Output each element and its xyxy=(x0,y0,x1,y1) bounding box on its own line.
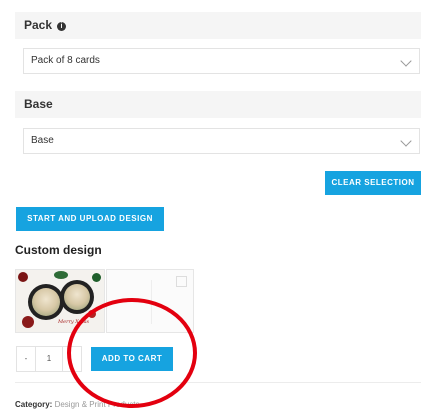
design-thumbnail-front[interactable]: Merry Xmas xyxy=(15,269,105,333)
chevron-down-icon xyxy=(400,55,412,67)
start-upload-design-button[interactable]: START AND UPLOAD DESIGN xyxy=(16,207,164,231)
dog-photo-right xyxy=(60,280,94,314)
holly-decoration xyxy=(54,271,68,279)
base-select-value: Base xyxy=(31,135,54,146)
pack-select[interactable]: Pack of 8 cards xyxy=(23,48,420,74)
divider-line xyxy=(151,280,152,324)
base-section-header: Base xyxy=(15,91,421,118)
add-to-cart-button[interactable]: ADD TO CART xyxy=(91,347,173,371)
category-label: Category: xyxy=(15,400,53,409)
design-thumbnail-back[interactable] xyxy=(106,269,194,333)
base-label: Base xyxy=(24,97,53,111)
holly-decoration xyxy=(88,310,96,318)
pack-section-header: Pack i xyxy=(15,12,421,39)
stamp-box xyxy=(176,276,187,287)
dog-photo-left xyxy=(28,284,64,320)
card-greeting-text: Merry Xmas xyxy=(58,319,90,325)
quantity-stepper[interactable]: - 1 xyxy=(16,346,82,372)
custom-design-heading: Custom design xyxy=(15,243,102,257)
divider xyxy=(15,382,421,383)
quantity-input[interactable]: 1 xyxy=(36,347,62,371)
category-link[interactable]: Design & Print Products xyxy=(55,400,140,409)
base-select[interactable]: Base xyxy=(23,128,420,154)
holly-decoration xyxy=(18,272,28,282)
quantity-decrease-button[interactable]: - xyxy=(17,347,36,371)
pack-label: Pack xyxy=(24,18,53,32)
info-icon[interactable]: i xyxy=(57,22,67,31)
clear-selection-button[interactable]: CLEAR SELECTION xyxy=(325,171,421,195)
chevron-down-icon xyxy=(400,135,412,147)
pack-select-value: Pack of 8 cards xyxy=(31,55,100,66)
holly-decoration xyxy=(22,316,34,328)
holly-decoration xyxy=(92,273,101,282)
quantity-increase-button[interactable] xyxy=(62,347,81,371)
category-meta: Category: Design & Print Products xyxy=(15,400,140,409)
